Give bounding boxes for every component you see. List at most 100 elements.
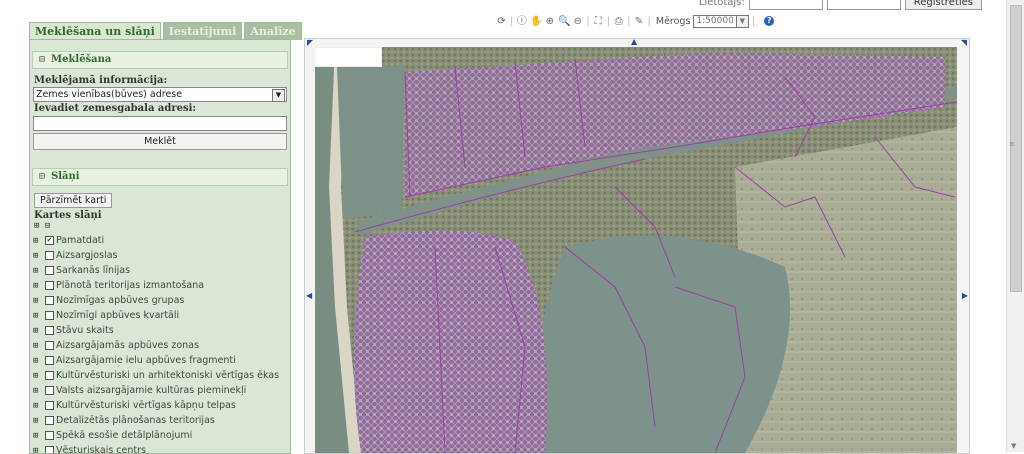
layer-item[interactable]: ⊞✔Pamatdati <box>33 233 290 248</box>
expand-tree-icon[interactable]: ⊞ <box>33 341 43 351</box>
search-button[interactable]: Meklēt <box>33 133 287 150</box>
expand-tree-icon[interactable]: ⊞ <box>33 266 43 276</box>
expand-tree-icon[interactable]: ⊞ <box>33 386 43 396</box>
zoom-in-icon[interactable]: ⊕ <box>544 16 555 27</box>
pan-east-icon[interactable]: ▶ <box>962 292 968 300</box>
layer-label: Aizsargjoslas <box>56 250 117 261</box>
layer-item[interactable]: ⊞ Stāvu skaits <box>33 323 290 338</box>
register-button[interactable]: Reģistrēties <box>905 0 982 10</box>
layer-checkbox[interactable]: ✔ <box>45 236 54 245</box>
layer-checkbox[interactable] <box>45 266 54 275</box>
layer-item[interactable]: ⊞Sarkanās līnijas <box>33 263 290 278</box>
expand-tree-icon[interactable]: ⊞ <box>33 401 43 411</box>
scale-select[interactable]: 1:50000 ▼ <box>693 15 748 28</box>
expand-tree-icon[interactable]: ⊞ <box>33 446 43 454</box>
layer-item[interactable]: ⊞ Plānotā teritorijas izmantošana <box>33 278 290 293</box>
layer-checkbox[interactable] <box>45 341 54 350</box>
pan-west-icon[interactable]: ◀ <box>306 292 312 300</box>
layer-label: Kultūrvēsturiski un arhitektoniski vērtī… <box>56 370 279 381</box>
scroll-down-arrow-icon[interactable]: ▼ <box>1011 442 1016 450</box>
expand-tree-icon[interactable]: ⊞ <box>33 311 43 321</box>
scrollbar-thumb[interactable] <box>1010 5 1022 292</box>
layer-label: Stāvu skaits <box>56 325 114 336</box>
layer-label: Plānotā teritorijas izmantošana <box>56 280 204 291</box>
layers-section-header[interactable]: ⊟ Slāņi <box>32 168 288 186</box>
layer-checkbox[interactable] <box>45 446 54 454</box>
zoom-out-icon[interactable]: ⊖ <box>572 16 583 27</box>
info-icon[interactable]: ⓘ <box>516 16 527 27</box>
panel-tabs: Meklēšana un slāņi Iestatījumi Analīze <box>29 22 302 40</box>
scale-value: 1:50000 <box>696 16 733 26</box>
layer-label: Pamatdati <box>56 235 104 246</box>
expand-tree-icon[interactable]: ⊞ <box>33 281 43 291</box>
expand-tree-icon[interactable]: ⊞ <box>33 296 43 306</box>
address-input[interactable] <box>33 116 287 131</box>
search-type-select[interactable]: Zemes vienības(būves) adrese ▼ <box>33 87 287 102</box>
expand-tree-icon[interactable]: ⊞ <box>33 356 43 366</box>
login-bar: Lietotājs: Reģistrēties <box>699 0 982 12</box>
pan-northwest-icon[interactable]: ◤ <box>307 39 313 47</box>
search-info-label: Meklējamā informācija: <box>34 75 290 86</box>
tab-search-layers[interactable]: Meklēšana un slāņi <box>29 22 161 40</box>
layer-checkbox[interactable] <box>45 371 54 380</box>
layer-item[interactable]: ⊞Kultūrvēsturiski vērtīgas kāpņu telpas <box>33 398 290 413</box>
layer-checkbox[interactable] <box>45 356 54 365</box>
layer-item[interactable]: ⊞Aizsargājamie ielu apbūves fragmenti <box>33 353 290 368</box>
map-frame: ◤ ▲ ◥ ◀ ▶ <box>304 38 970 454</box>
layer-item[interactable]: ⊞ Aizsargājamās apbūves zonas <box>33 338 290 353</box>
expand-tree-icon[interactable]: ⊞ <box>33 236 43 246</box>
expand-tree-icon[interactable]: ⊞ <box>33 371 43 381</box>
refresh-icon[interactable]: ⟳ <box>496 16 507 27</box>
expand-tree-icon[interactable]: ⊞ <box>33 251 43 261</box>
layer-checkbox[interactable] <box>45 386 54 395</box>
layer-label: Spēkā esošie detālplānojumi <box>56 430 192 441</box>
layer-item[interactable]: ⊞Nozīmīgi apbūves kvartāli <box>33 308 290 323</box>
layer-checkbox[interactable] <box>45 326 54 335</box>
layer-checkbox[interactable] <box>45 416 54 425</box>
dropdown-arrow-icon[interactable]: ▼ <box>736 16 748 27</box>
collapse-icon[interactable]: ⊟ <box>39 52 45 68</box>
expand-tree-icon[interactable]: ⊞ <box>33 431 43 441</box>
expand-tree-icon[interactable]: ⊞ <box>33 326 43 336</box>
pan-north-icon[interactable]: ▲ <box>631 38 637 46</box>
password-input[interactable] <box>827 0 901 10</box>
page-scrollbar[interactable]: ≡ ▼ <box>1006 0 1024 452</box>
layer-label: Detalizētās plānošanas teritorijas <box>56 415 215 426</box>
layer-checkbox[interactable] <box>45 431 54 440</box>
layer-item[interactable]: ⊞Nozīmīgas apbūves grupas <box>33 293 290 308</box>
pan-northeast-icon[interactable]: ◥ <box>961 39 967 47</box>
layer-label: Vēsturiskais centrs <box>56 445 146 454</box>
expand-collapse-all-icons[interactable]: ⊞ ⊟ <box>34 221 290 231</box>
tab-analysis[interactable]: Analīze <box>244 22 301 40</box>
aerial-map[interactable] <box>315 47 957 453</box>
print-icon[interactable]: ⎙ <box>613 16 624 27</box>
help-icon[interactable]: ? <box>764 16 774 26</box>
layer-item[interactable]: ⊞ Spēkā esošie detālplānojumi <box>33 428 290 443</box>
search-section-header[interactable]: ⊟ Meklēšana <box>32 51 288 69</box>
username-input[interactable] <box>749 0 823 10</box>
layer-item[interactable]: ⊞ Aizsargjoslas <box>33 248 290 263</box>
redraw-map-button[interactable]: Pārzīmēt karti <box>34 193 112 208</box>
zoom-box-icon[interactable]: 🔍 <box>558 16 569 27</box>
layer-checkbox[interactable] <box>45 296 54 305</box>
layer-checkbox[interactable] <box>45 251 54 260</box>
tab-settings[interactable]: Iestatījumi <box>163 22 243 40</box>
map-toolbar: ⟳ | ⓘ ✋ ⊕ 🔍 ⊖ | ⛶ | ⎙ | ✎ | Mērogs 1:500… <box>496 12 774 30</box>
layer-item[interactable]: ⊞ Detalizētās plānošanas teritorijas <box>33 413 290 428</box>
dropdown-arrow-icon[interactable]: ▼ <box>272 89 285 102</box>
pan-hand-icon[interactable]: ✋ <box>530 16 541 27</box>
expand-tree-icon[interactable]: ⊞ <box>33 416 43 426</box>
layer-item[interactable]: ⊞Valsts aizsargājamie kultūras pieminekļ… <box>33 383 290 398</box>
layer-checkbox[interactable] <box>45 281 54 290</box>
toolbar-separator: | <box>586 16 589 27</box>
layer-label: Aizsargājamās apbūves zonas <box>56 340 199 351</box>
measure-ruler-icon[interactable]: ✎ <box>634 16 645 27</box>
collapse-icon[interactable]: ⊟ <box>39 169 45 185</box>
map-lake <box>538 236 790 453</box>
layer-checkbox[interactable] <box>45 401 54 410</box>
full-extent-icon[interactable]: ⛶ <box>593 16 604 27</box>
username-label: Lietotājs: <box>699 0 745 8</box>
layer-item[interactable]: ⊞ Vēsturiskais centrs <box>33 443 290 454</box>
layer-checkbox[interactable] <box>45 311 54 320</box>
layer-item[interactable]: ⊞ Kultūrvēsturiski un arhitektoniski vērt… <box>33 368 290 383</box>
